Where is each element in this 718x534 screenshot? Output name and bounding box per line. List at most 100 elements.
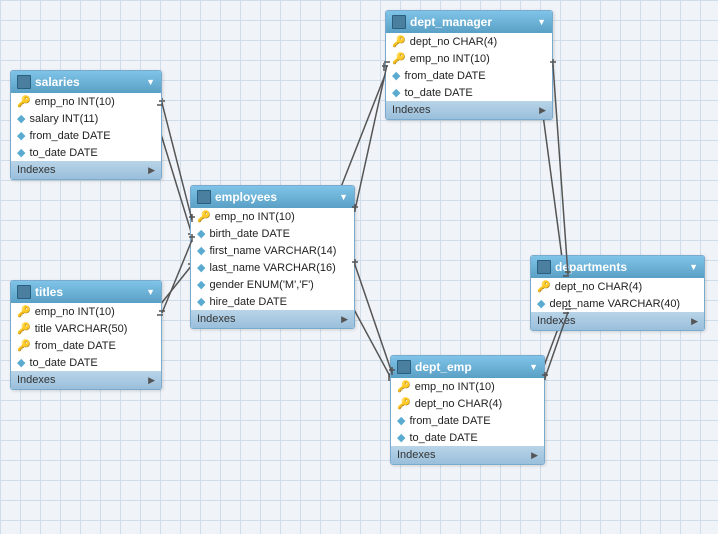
- field-row: ◆ from_date DATE: [386, 67, 552, 84]
- table-titles: titles ▼ 🔑 emp_no INT(10) 🔑 title VARCHA…: [10, 280, 162, 390]
- key-icon: 🔑: [397, 380, 411, 393]
- key-icon: 🔑: [197, 210, 211, 223]
- table-dept-manager-header[interactable]: dept_manager ▼: [386, 11, 552, 33]
- field-text: birth_date DATE: [209, 228, 290, 240]
- field-text: to_date DATE: [29, 147, 97, 159]
- table-departments-title: departments: [555, 260, 627, 274]
- indexes-arrow-icon: ▶: [531, 450, 538, 461]
- table-icon: [197, 190, 211, 204]
- field-row: 🔑 dept_no CHAR(4): [531, 278, 704, 295]
- key-icon: 🔑: [17, 95, 31, 108]
- field-text: from_date DATE: [404, 70, 485, 82]
- field-row: ◆ first_name VARCHAR(14): [191, 242, 354, 259]
- indexes-arrow-icon: ▶: [539, 105, 546, 116]
- field-text: salary INT(11): [29, 113, 98, 125]
- field-row: 🔑 emp_no INT(10): [391, 378, 544, 395]
- diamond-icon: ◆: [197, 278, 205, 291]
- field-row: 🔑 title VARCHAR(50): [11, 320, 161, 337]
- field-text: first_name VARCHAR(14): [209, 245, 336, 257]
- diamond-icon: ◆: [197, 295, 205, 308]
- key-icon: 🔑: [17, 339, 31, 352]
- table-dept-manager: dept_manager ▼ 🔑 dept_no CHAR(4) 🔑 emp_n…: [385, 10, 553, 120]
- key-icon: 🔑: [397, 397, 411, 410]
- field-text: title VARCHAR(50): [35, 323, 128, 335]
- table-employees-header[interactable]: employees ▼: [191, 186, 354, 208]
- table-salaries-header[interactable]: salaries ▼: [11, 71, 161, 93]
- indexes-row-employees[interactable]: Indexes ▶: [191, 310, 354, 328]
- field-row: 🔑 from_date DATE: [11, 337, 161, 354]
- diamond-icon: ◆: [197, 227, 205, 240]
- indexes-label: Indexes: [17, 374, 56, 386]
- field-text: dept_name VARCHAR(40): [549, 298, 680, 310]
- table-icon: [537, 260, 551, 274]
- table-icon: [17, 285, 31, 299]
- field-row: ◆ to_date DATE: [11, 354, 161, 371]
- indexes-row-dept-emp[interactable]: Indexes ▶: [391, 446, 544, 464]
- diamond-icon: ◆: [537, 297, 545, 310]
- indexes-label: Indexes: [17, 164, 56, 176]
- indexes-label: Indexes: [392, 104, 431, 116]
- indexes-row-dept-manager[interactable]: Indexes ▶: [386, 101, 552, 119]
- field-text: dept_no CHAR(4): [415, 398, 502, 410]
- diamond-icon: ◆: [17, 356, 25, 369]
- field-text: gender ENUM('M','F'): [209, 279, 313, 291]
- table-dropdown-icon[interactable]: ▼: [537, 17, 546, 27]
- indexes-arrow-icon: ▶: [341, 314, 348, 325]
- indexes-row-departments[interactable]: Indexes ▶: [531, 312, 704, 330]
- field-text: emp_no INT(10): [35, 96, 115, 108]
- indexes-row-titles[interactable]: Indexes ▶: [11, 371, 161, 389]
- table-titles-title: titles: [35, 285, 63, 299]
- field-text: from_date DATE: [29, 130, 110, 142]
- field-row: ◆ salary INT(11): [11, 110, 161, 127]
- table-departments-header[interactable]: departments ▼: [531, 256, 704, 278]
- table-dept-manager-title: dept_manager: [410, 15, 492, 29]
- field-row: 🔑 dept_no CHAR(4): [386, 33, 552, 50]
- field-text: to_date DATE: [29, 357, 97, 369]
- table-dept-emp: dept_emp ▼ 🔑 emp_no INT(10) 🔑 dept_no CH…: [390, 355, 545, 465]
- table-dropdown-icon[interactable]: ▼: [689, 262, 698, 272]
- indexes-arrow-icon: ▶: [148, 375, 155, 386]
- table-employees-title: employees: [215, 190, 277, 204]
- table-departments: departments ▼ 🔑 dept_no CHAR(4) ◆ dept_n…: [530, 255, 705, 331]
- field-row: 🔑 emp_no INT(10): [386, 50, 552, 67]
- field-text: dept_no CHAR(4): [555, 281, 642, 293]
- field-row: ◆ from_date DATE: [11, 127, 161, 144]
- table-icon: [392, 15, 406, 29]
- field-text: last_name VARCHAR(16): [209, 262, 335, 274]
- field-text: emp_no INT(10): [35, 306, 115, 318]
- diamond-icon: ◆: [397, 431, 405, 444]
- key-icon: 🔑: [17, 322, 31, 335]
- diamond-icon: ◆: [17, 146, 25, 159]
- field-text: emp_no INT(10): [410, 53, 490, 65]
- field-text: emp_no INT(10): [215, 211, 295, 223]
- indexes-arrow-icon: ▶: [691, 316, 698, 327]
- table-dropdown-icon[interactable]: ▼: [146, 287, 155, 297]
- field-text: from_date DATE: [409, 415, 490, 427]
- field-text: emp_no INT(10): [415, 381, 495, 393]
- key-icon: 🔑: [392, 35, 406, 48]
- key-icon: 🔑: [392, 52, 406, 65]
- table-dropdown-icon[interactable]: ▼: [529, 362, 538, 372]
- field-text: to_date DATE: [409, 432, 477, 444]
- table-titles-header[interactable]: titles ▼: [11, 281, 161, 303]
- table-salaries: salaries ▼ 🔑 emp_no INT(10) ◆ salary INT…: [10, 70, 162, 180]
- field-text: to_date DATE: [404, 87, 472, 99]
- indexes-row-salaries[interactable]: Indexes ▶: [11, 161, 161, 179]
- indexes-label: Indexes: [537, 315, 576, 327]
- table-dept-emp-header[interactable]: dept_emp ▼: [391, 356, 544, 378]
- field-text: hire_date DATE: [209, 296, 286, 308]
- table-employees: employees ▼ 🔑 emp_no INT(10) ◆ birth_dat…: [190, 185, 355, 329]
- table-dropdown-icon[interactable]: ▼: [339, 192, 348, 202]
- field-row: ◆ dept_name VARCHAR(40): [531, 295, 704, 312]
- table-dropdown-icon[interactable]: ▼: [146, 77, 155, 87]
- diamond-icon: ◆: [392, 69, 400, 82]
- table-icon: [397, 360, 411, 374]
- field-row: 🔑 emp_no INT(10): [191, 208, 354, 225]
- field-row: 🔑 dept_no CHAR(4): [391, 395, 544, 412]
- table-icon: [17, 75, 31, 89]
- field-row: ◆ from_date DATE: [391, 412, 544, 429]
- diamond-icon: ◆: [397, 414, 405, 427]
- indexes-label: Indexes: [197, 313, 236, 325]
- indexes-arrow-icon: ▶: [148, 165, 155, 176]
- table-dept-emp-title: dept_emp: [415, 360, 472, 374]
